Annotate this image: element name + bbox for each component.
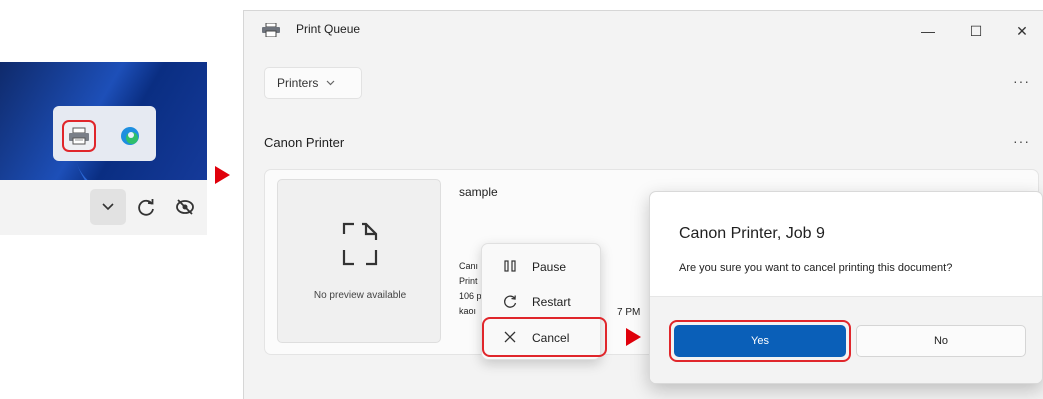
edge-browser-icon[interactable] <box>116 122 144 150</box>
chevron-down-icon[interactable] <box>90 189 126 225</box>
menu-item-pause[interactable]: Pause <box>482 253 600 281</box>
job-meta-line: 106 p <box>459 291 482 301</box>
more-options-icon[interactable]: ··· <box>1013 73 1030 89</box>
dialog-message: Are you sure you want to cancel printing… <box>679 262 953 274</box>
chevron-down-icon <box>326 80 335 86</box>
job-meta-line: kaoı <box>459 306 477 316</box>
no-button[interactable]: No <box>856 325 1026 357</box>
camera-off-icon[interactable] <box>170 192 200 222</box>
step-arrow-icon <box>215 166 230 184</box>
job-meta-line: Canı <box>459 261 479 271</box>
printer-more-options-icon[interactable]: ··· <box>1013 133 1030 149</box>
step-arrow-icon <box>626 328 641 346</box>
document-icon <box>342 222 378 266</box>
print-queue-icon <box>262 22 280 42</box>
job-preview: No preview available <box>277 179 441 343</box>
pause-icon <box>500 259 520 276</box>
printer-icon[interactable] <box>62 120 96 152</box>
job-meta-line: Print <box>459 276 478 286</box>
sync-icon[interactable] <box>131 192 161 222</box>
print-queue-window: Print Queue — ☐ ✕ Printers ··· Canon Pri… <box>243 10 1043 399</box>
restart-icon <box>500 293 520 312</box>
menu-item-label: Pause <box>532 260 567 274</box>
maximize-button[interactable]: ☐ <box>956 17 996 45</box>
printer-name: Canon Printer <box>264 135 345 150</box>
minimize-button[interactable]: — <box>908 17 948 45</box>
no-preview-text: No preview available <box>313 290 407 301</box>
taskbar-tray-crop <box>0 62 207 235</box>
menu-item-label: Restart <box>532 295 571 309</box>
printers-dropdown-label: Printers <box>277 76 319 90</box>
printers-dropdown[interactable]: Printers <box>264 67 362 99</box>
job-name: sample <box>459 185 498 199</box>
menu-item-restart[interactable]: Restart <box>482 288 600 316</box>
close-button[interactable]: ✕ <box>1002 17 1042 45</box>
cancel-highlight-ring <box>482 317 607 357</box>
yes-highlight-ring <box>669 320 851 362</box>
window-title: Print Queue <box>296 22 361 36</box>
dialog-title: Canon Printer, Job 9 <box>679 225 825 242</box>
job-time: 7 PM <box>617 307 641 318</box>
cancel-confirm-dialog: Canon Printer, Job 9 Are you sure you wa… <box>649 191 1043 384</box>
